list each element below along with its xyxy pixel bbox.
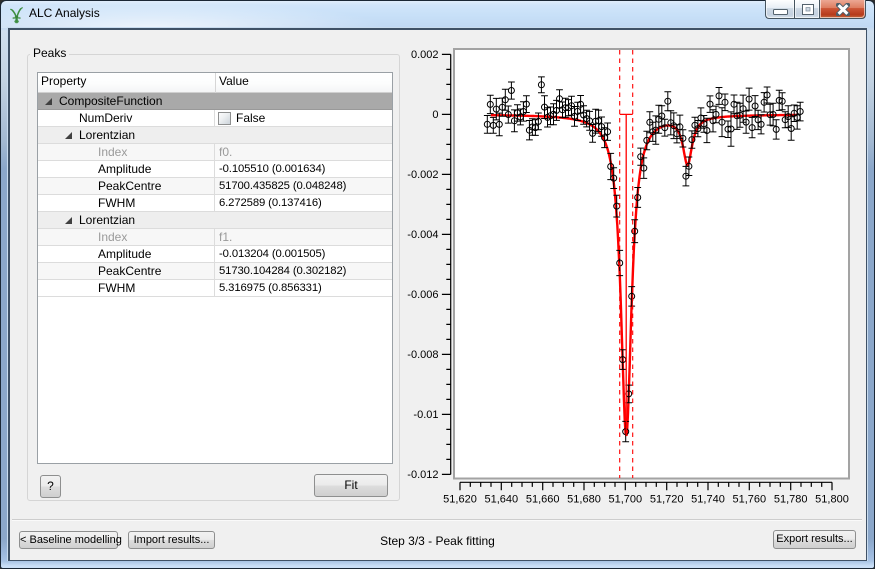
svg-text:-0.008: -0.008 — [407, 349, 438, 361]
svg-text:51,680: 51,680 — [567, 494, 601, 506]
svg-text:51,700: 51,700 — [608, 494, 642, 506]
svg-text:-0.012: -0.012 — [407, 469, 438, 481]
svg-text:0: 0 — [432, 109, 438, 121]
svg-text:51,760: 51,760 — [732, 494, 766, 506]
svg-text:-0.01: -0.01 — [413, 409, 438, 421]
svg-text:51,620: 51,620 — [443, 494, 477, 506]
svg-text:0.002: 0.002 — [411, 49, 439, 61]
svg-text:-0.002: -0.002 — [407, 169, 438, 181]
svg-text:51,640: 51,640 — [484, 494, 518, 506]
svg-text:51,740: 51,740 — [691, 494, 725, 506]
svg-text:51,720: 51,720 — [650, 494, 684, 506]
svg-text:51,780: 51,780 — [774, 494, 808, 506]
svg-text:51,800: 51,800 — [815, 494, 849, 506]
svg-text:-0.004: -0.004 — [407, 229, 438, 241]
svg-text:-0.006: -0.006 — [407, 289, 438, 301]
svg-text:51,660: 51,660 — [526, 494, 560, 506]
